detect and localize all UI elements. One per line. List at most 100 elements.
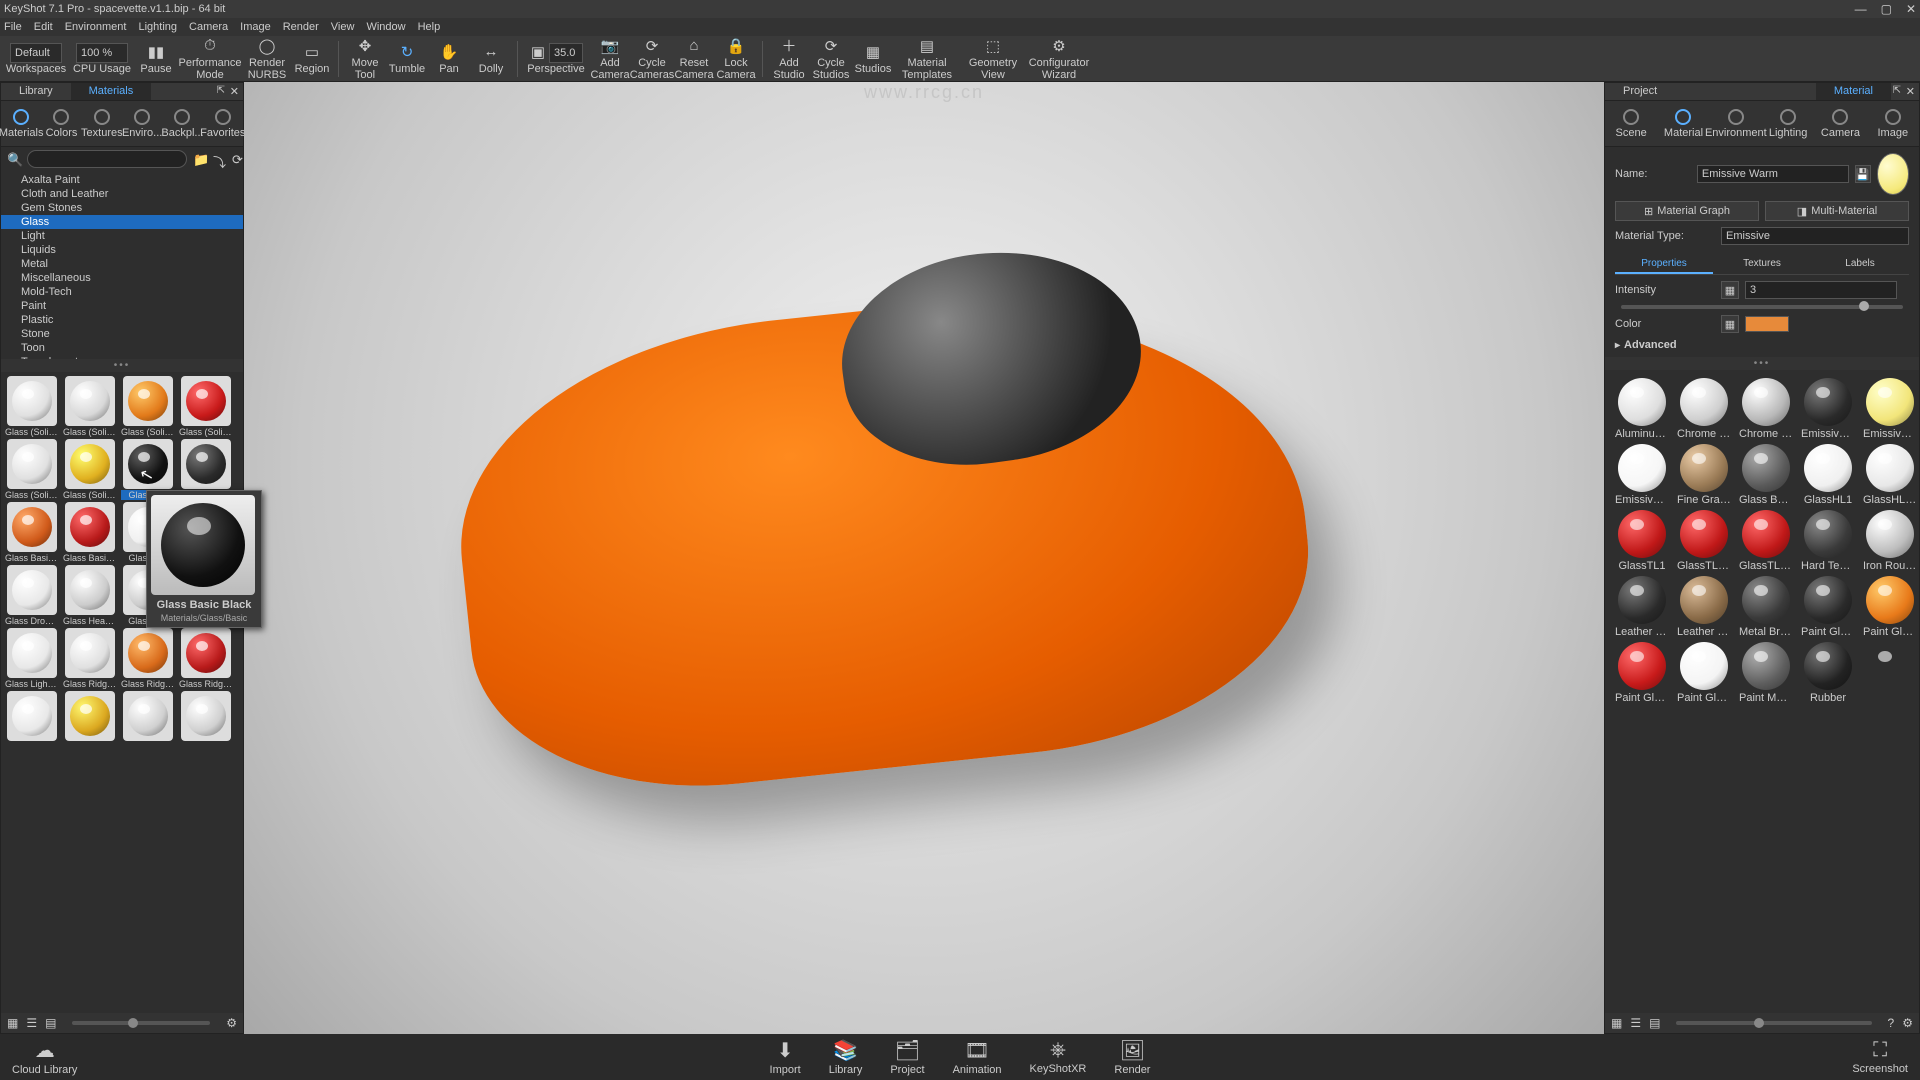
icontab-lighting[interactable]: Lighting (1768, 109, 1808, 139)
import-icon[interactable]: ⤵ (213, 152, 226, 166)
material-templates-button[interactable]: ▤Material Templates (895, 37, 959, 81)
material-thumbnail[interactable]: Glass Ridge... (179, 628, 233, 689)
move-tool-button[interactable]: ✥Move Tool (345, 37, 385, 81)
project-material-thumbnail[interactable]: GlassTLBum... (1739, 510, 1793, 572)
material-thumbnail[interactable]: Glass (Solid)... (179, 376, 233, 437)
icontab-favorites[interactable]: Favorites (203, 109, 243, 139)
dock-render[interactable]: 🖼Render (1114, 1038, 1150, 1076)
cycle-cameras-button[interactable]: ⟳Cycle Cameras (632, 37, 672, 81)
close-button[interactable]: ✕ (1906, 2, 1916, 16)
category-item[interactable]: Stone (1, 327, 243, 341)
multi-material-button[interactable]: ◨Multi-Material (1765, 201, 1909, 221)
dock-import[interactable]: ⬇Import (770, 1038, 801, 1076)
material-thumbnail[interactable] (5, 691, 59, 742)
workspace-preset-input[interactable] (10, 43, 62, 63)
material-thumbnail[interactable]: Glass (Solid)... (5, 439, 59, 500)
lock-camera-button[interactable]: 🔒Lock Camera (716, 37, 756, 81)
menu-render[interactable]: Render (283, 21, 319, 33)
menu-lighting[interactable]: Lighting (138, 21, 177, 33)
project-material-thumbnail[interactable]: Paint Gloss ... (1801, 576, 1855, 638)
category-item[interactable]: Paint (1, 299, 243, 313)
cpu-usage-input[interactable] (76, 43, 128, 63)
icontab-environment[interactable]: Environment (1716, 109, 1756, 139)
reset-camera-button[interactable]: ⌂Reset Camera (674, 37, 714, 81)
tab-project[interactable]: Project (1605, 83, 1675, 100)
project-material-thumbnail[interactable]: Metal Brush... (1739, 576, 1793, 638)
project-material-thumbnail[interactable]: Paint Gloss ... (1677, 642, 1731, 704)
project-material-thumbnail[interactable]: GlassTL1 (1615, 510, 1669, 572)
project-material-thumbnail[interactable]: GlassTLBum... (1677, 510, 1731, 572)
material-thumbnail[interactable] (63, 691, 117, 742)
material-thumbnail-grid[interactable]: Glass (Solid)...Glass (Solid)...Glass (S… (1, 372, 243, 1013)
perspective-value-input[interactable] (549, 43, 583, 63)
save-material-icon[interactable]: 💾 (1855, 165, 1871, 183)
list-view-icon[interactable]: ☰ (1630, 1016, 1641, 1030)
dock-keyshotxr[interactable]: ⎈KeyShotXR (1030, 1039, 1087, 1075)
grid-view-icon[interactable]: ▦ (7, 1016, 18, 1030)
subtab-textures[interactable]: Textures (1713, 255, 1811, 274)
category-item[interactable]: Miscellaneous (1, 271, 243, 285)
menu-file[interactable]: File (4, 21, 22, 33)
menu-environment[interactable]: Environment (65, 21, 127, 33)
cycle-studios-button[interactable]: ⟳Cycle Studios (811, 37, 851, 81)
project-material-thumbnail[interactable]: Emissive Wa... (1863, 378, 1917, 440)
project-materials-grid[interactable]: Aluminum R...Chrome Poli...Chrome Ro...E… (1605, 370, 1919, 1013)
material-thumbnail[interactable]: Glass (Solid)... (5, 376, 59, 437)
cpu-usage-button[interactable]: CPU Usage (70, 37, 134, 81)
subtab-properties[interactable]: Properties (1615, 255, 1713, 274)
configurator-wizard-button[interactable]: ⚙Configurator Wizard (1027, 37, 1091, 81)
panel-splitter[interactable]: ••• (1, 359, 243, 372)
menu-edit[interactable]: Edit (34, 21, 53, 33)
category-item[interactable]: Axalta Paint (1, 173, 243, 187)
category-item[interactable]: Toon (1, 341, 243, 355)
category-item[interactable]: Mold-Tech (1, 285, 243, 299)
project-material-thumbnail[interactable]: Emissive Cool (1801, 378, 1855, 440)
thumbnail-size-slider[interactable] (72, 1021, 210, 1025)
panel-splitter[interactable]: ••• (1605, 357, 1919, 370)
project-material-thumbnail[interactable]: Aluminum R... (1615, 378, 1669, 440)
panel-pin-icon[interactable]: ⇱ (217, 85, 225, 96)
material-thumbnail[interactable]: Glass Basic ... (63, 502, 117, 563)
pan-button[interactable]: ✋Pan (429, 37, 469, 81)
category-item[interactable]: Metal (1, 257, 243, 271)
icontab-backplates[interactable]: Backpl... (162, 109, 202, 139)
project-material-thumbnail[interactable]: Hard Textur... (1801, 510, 1855, 572)
menu-image[interactable]: Image (240, 21, 271, 33)
tab-material[interactable]: Material (1816, 83, 1891, 100)
compact-view-icon[interactable]: ▤ (45, 1016, 56, 1030)
menu-help[interactable]: Help (418, 21, 441, 33)
tumble-button[interactable]: ↻Tumble (387, 37, 427, 81)
icontab-materials[interactable]: Materials (1, 109, 41, 139)
category-item[interactable]: Light (1, 229, 243, 243)
thumbnail-size-slider[interactable] (1676, 1021, 1871, 1025)
material-graph-button[interactable]: ⊞Material Graph (1615, 201, 1759, 221)
project-material-thumbnail[interactable]: Paint Metall... (1739, 642, 1793, 704)
material-type-select[interactable] (1721, 227, 1909, 245)
settings-icon[interactable]: ⚙ (1902, 1016, 1913, 1030)
add-camera-button[interactable]: 📷Add Camera (590, 37, 630, 81)
material-category-tree[interactable]: Axalta PaintCloth and LeatherGem StonesG… (1, 171, 243, 359)
maximize-button[interactable]: ▢ (1881, 2, 1892, 16)
project-material-thumbnail[interactable] (1863, 642, 1917, 704)
project-material-thumbnail[interactable]: Fine Grain ... (1677, 444, 1731, 506)
icontab-camera[interactable]: Camera (1820, 109, 1860, 139)
category-item[interactable]: Plastic (1, 313, 243, 327)
icontab-image[interactable]: Image (1873, 109, 1913, 139)
material-thumbnail[interactable] (121, 691, 175, 742)
project-material-thumbnail[interactable]: Glass Basic ... (1739, 444, 1793, 506)
dolly-button[interactable]: ↔Dolly (471, 37, 511, 81)
category-item[interactable]: Cloth and Leather (1, 187, 243, 201)
perspective-button[interactable]: ▣ Perspective (524, 37, 588, 81)
material-thumbnail[interactable]: Glass (Solid)... (63, 439, 117, 500)
project-material-thumbnail[interactable]: GlassHL1 (1801, 444, 1855, 506)
intensity-value-input[interactable] (1745, 281, 1897, 299)
category-item[interactable]: Gem Stones (1, 201, 243, 215)
geometry-view-button[interactable]: ⬚Geometry View (961, 37, 1025, 81)
dock-project[interactable]: 🗂Project (890, 1038, 924, 1076)
add-studio-button[interactable]: ＋Add Studio (769, 37, 809, 81)
intensity-slider[interactable] (1621, 305, 1903, 309)
material-thumbnail[interactable]: Glass Basic ... (5, 502, 59, 563)
project-material-thumbnail[interactable]: Leather Blac... (1677, 576, 1731, 638)
material-thumbnail[interactable]: Glass Heavy... (63, 565, 117, 626)
compact-view-icon[interactable]: ▤ (1649, 1016, 1660, 1030)
